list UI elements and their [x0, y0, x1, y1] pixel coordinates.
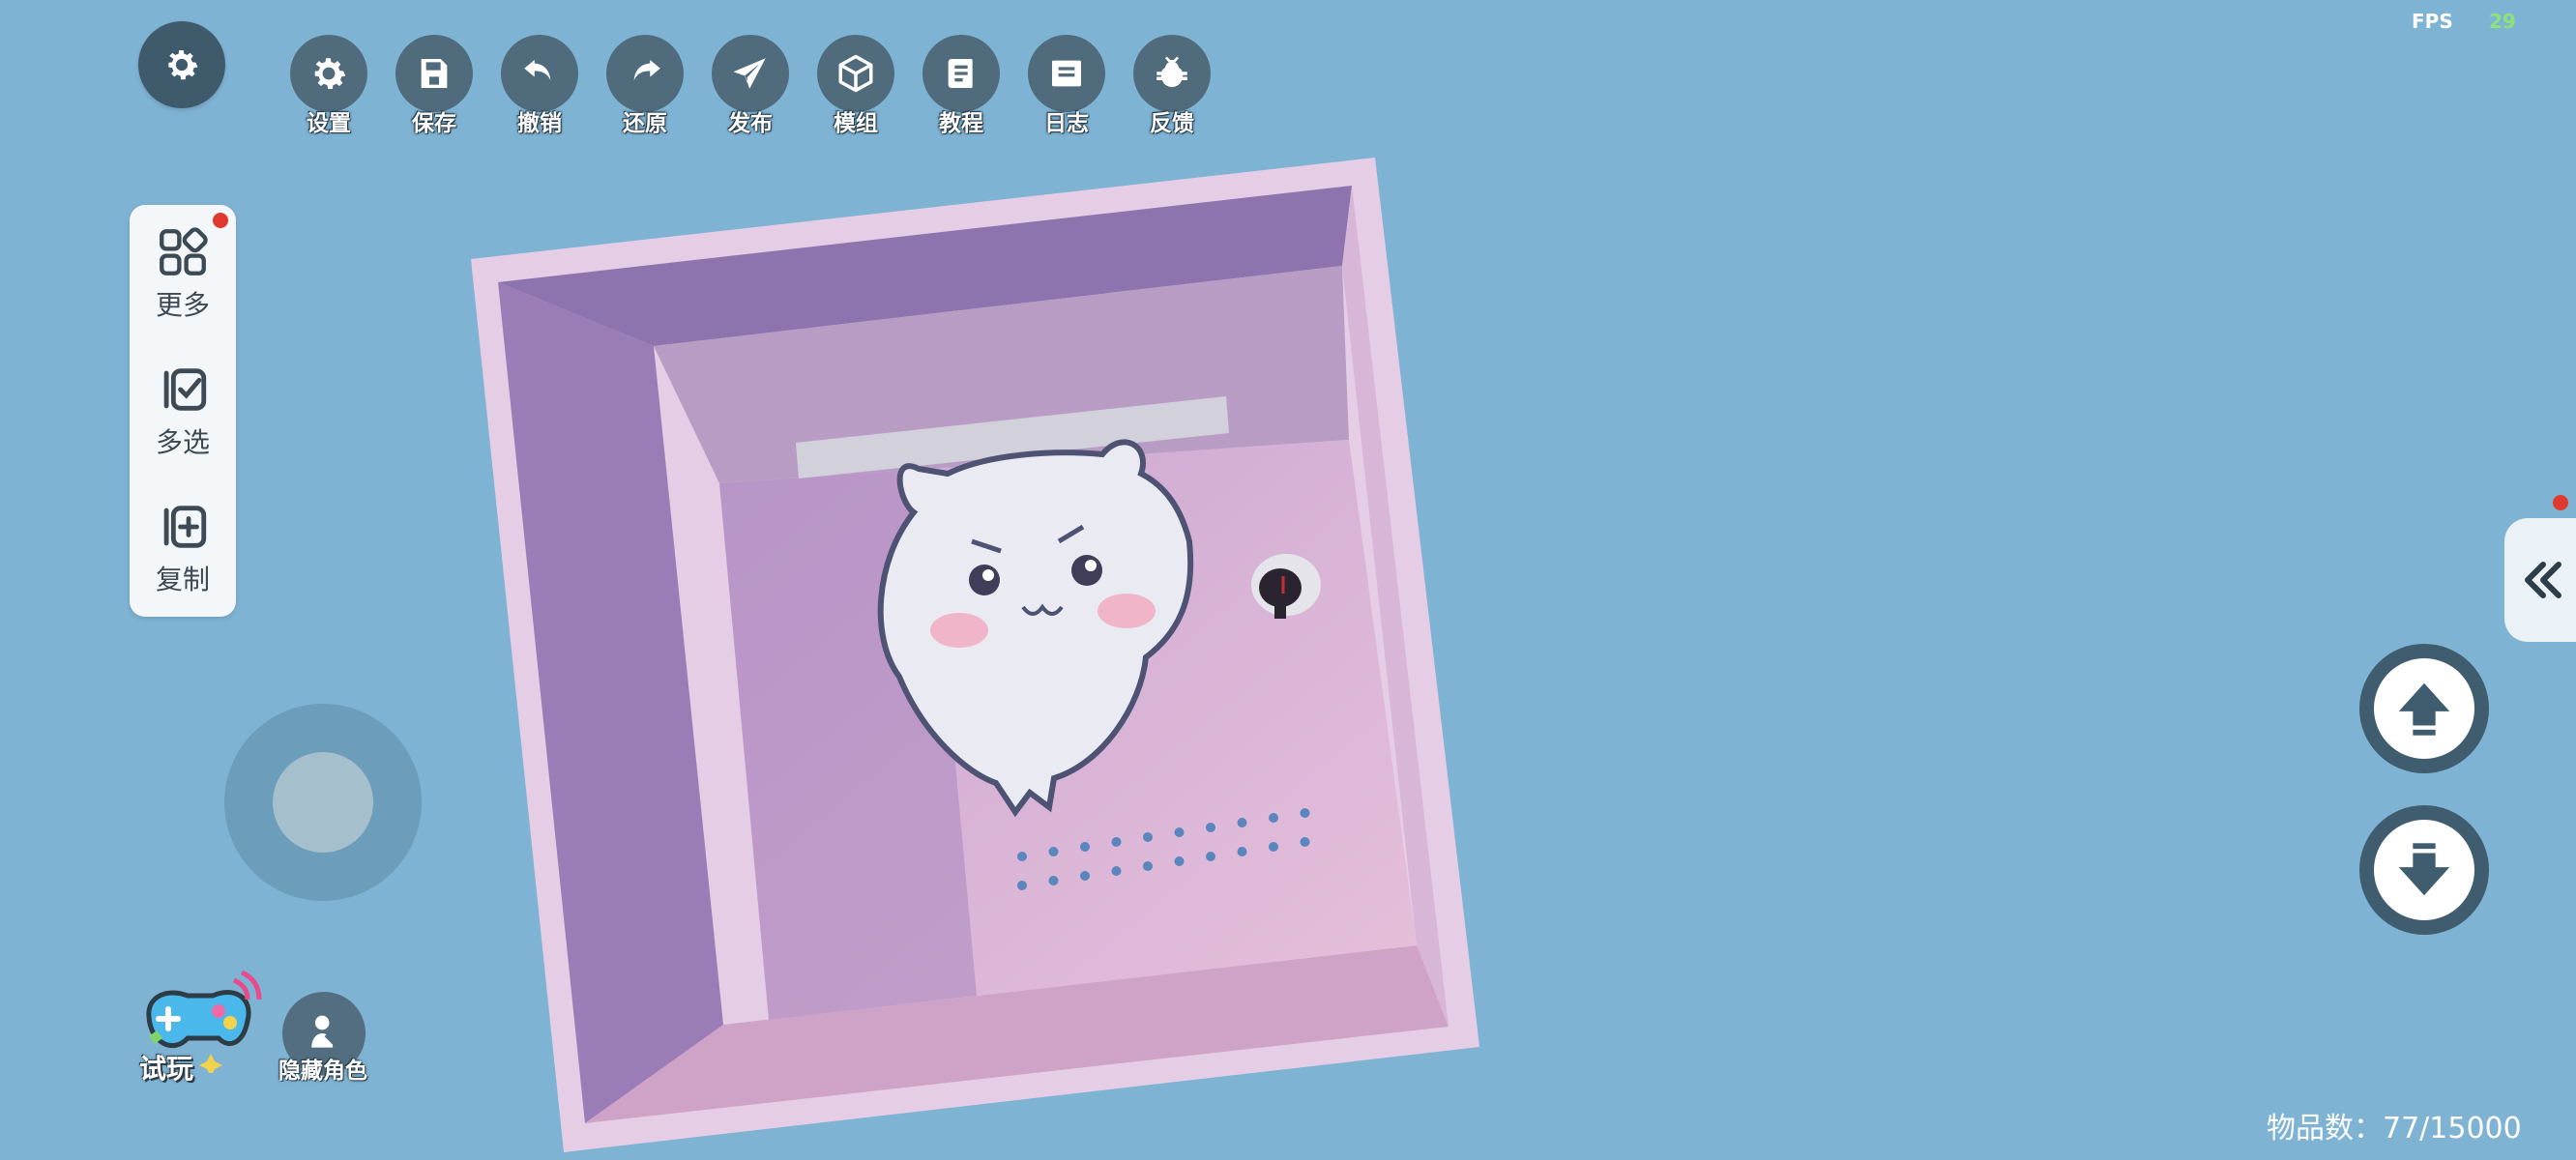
log-icon: [1052, 60, 1081, 87]
floor-dot: [1080, 842, 1090, 852]
tool-save[interactable]: 保存: [395, 35, 473, 137]
floor-dot: [1048, 847, 1059, 856]
floor-dot: [1017, 852, 1027, 861]
multiselect-label: 多选: [155, 426, 210, 458]
multiselect-icon: [163, 368, 207, 411]
tool-settings[interactable]: 设置: [290, 35, 367, 137]
floor-dot: [1080, 871, 1090, 881]
more-label: 更多: [155, 289, 210, 321]
floor-dot: [1111, 866, 1122, 876]
tool-label: 反馈: [1150, 111, 1194, 136]
floor-dot: [1174, 856, 1185, 866]
main-settings-button[interactable]: [138, 21, 225, 108]
side-panel: 更多 多选 复制: [130, 205, 236, 617]
cube-icon: [838, 54, 873, 93]
floor-dot: [1206, 852, 1215, 861]
top-toolbar: 设置 保存 撤销 还原 发布 模组 教程 日志 反馈: [290, 35, 1211, 137]
fps-label: FPS: [2412, 10, 2453, 33]
tool-tutorial[interactable]: 教程: [922, 35, 1000, 137]
redo-icon: [633, 60, 660, 80]
gear-icon: [168, 49, 198, 80]
more-button[interactable]: 更多: [130, 224, 236, 323]
floor-dot: [1111, 837, 1122, 847]
floor-dot: [1048, 876, 1059, 885]
hide-person-icon: [311, 1015, 341, 1049]
tool-feedback[interactable]: 反馈: [1133, 35, 1211, 137]
tool-label: 保存: [412, 111, 456, 136]
floor-dot: [1206, 823, 1215, 832]
arrow-up-icon: [2398, 682, 2450, 736]
notification-dot: [213, 213, 228, 228]
undo-icon: [524, 60, 551, 80]
tool-label: 模组: [834, 111, 878, 136]
tool-publish[interactable]: 发布: [712, 35, 789, 137]
tool-log[interactable]: 日志: [1028, 35, 1105, 137]
copy-button[interactable]: 复制: [130, 499, 236, 597]
floor-dot: [1269, 842, 1278, 852]
ascend-button[interactable]: [2359, 644, 2489, 773]
bug-icon: [1156, 56, 1187, 88]
double-chevron-left-icon: [2525, 562, 2561, 598]
floor-dot: [1237, 847, 1247, 856]
floor-dot: [1017, 881, 1027, 890]
tryplay-button[interactable]: 试玩: [130, 967, 265, 1092]
floor-dot: [1237, 818, 1247, 827]
save-icon: [421, 59, 448, 88]
collapse-panel-tab[interactable]: [2504, 518, 2576, 642]
floor-dot: [1300, 837, 1310, 847]
floor-dot: [1269, 813, 1278, 823]
tryplay-label: 试玩: [139, 1053, 194, 1085]
descend-button[interactable]: [2359, 805, 2489, 935]
hide-role-label: 隐藏角色: [278, 1058, 367, 1084]
grid-icon: [160, 227, 208, 276]
book-icon: [948, 59, 973, 88]
item-count: 物品数：77/15000: [2267, 1112, 2522, 1146]
multiselect-button[interactable]: 多选: [130, 362, 236, 460]
gear-icon: [314, 58, 346, 89]
fps-value: 29: [2489, 10, 2516, 33]
tool-label: 教程: [939, 111, 983, 136]
tool-label: 撤销: [517, 111, 562, 136]
copy-label: 复制: [155, 564, 210, 595]
floor-dot: [1143, 861, 1153, 871]
floor-dot: [1143, 832, 1153, 842]
tool-redo[interactable]: 还原: [606, 35, 684, 137]
floor-dot: [1174, 827, 1185, 837]
tool-label: 日志: [1044, 111, 1089, 136]
arrow-down-icon: [2398, 843, 2450, 896]
tool-modules[interactable]: 模组: [817, 35, 894, 137]
send-icon: [733, 58, 766, 89]
tool-label: 发布: [728, 111, 773, 136]
tool-undo[interactable]: 撤销: [501, 35, 578, 137]
copy-icon: [163, 506, 207, 548]
notification-dot: [2553, 495, 2568, 510]
tool-label: 还原: [623, 111, 667, 136]
joystick-knob[interactable]: [273, 752, 373, 853]
tool-label: 设置: [307, 111, 351, 136]
game-viewport[interactable]: [0, 0, 2576, 1160]
floor-dot: [1300, 808, 1310, 818]
